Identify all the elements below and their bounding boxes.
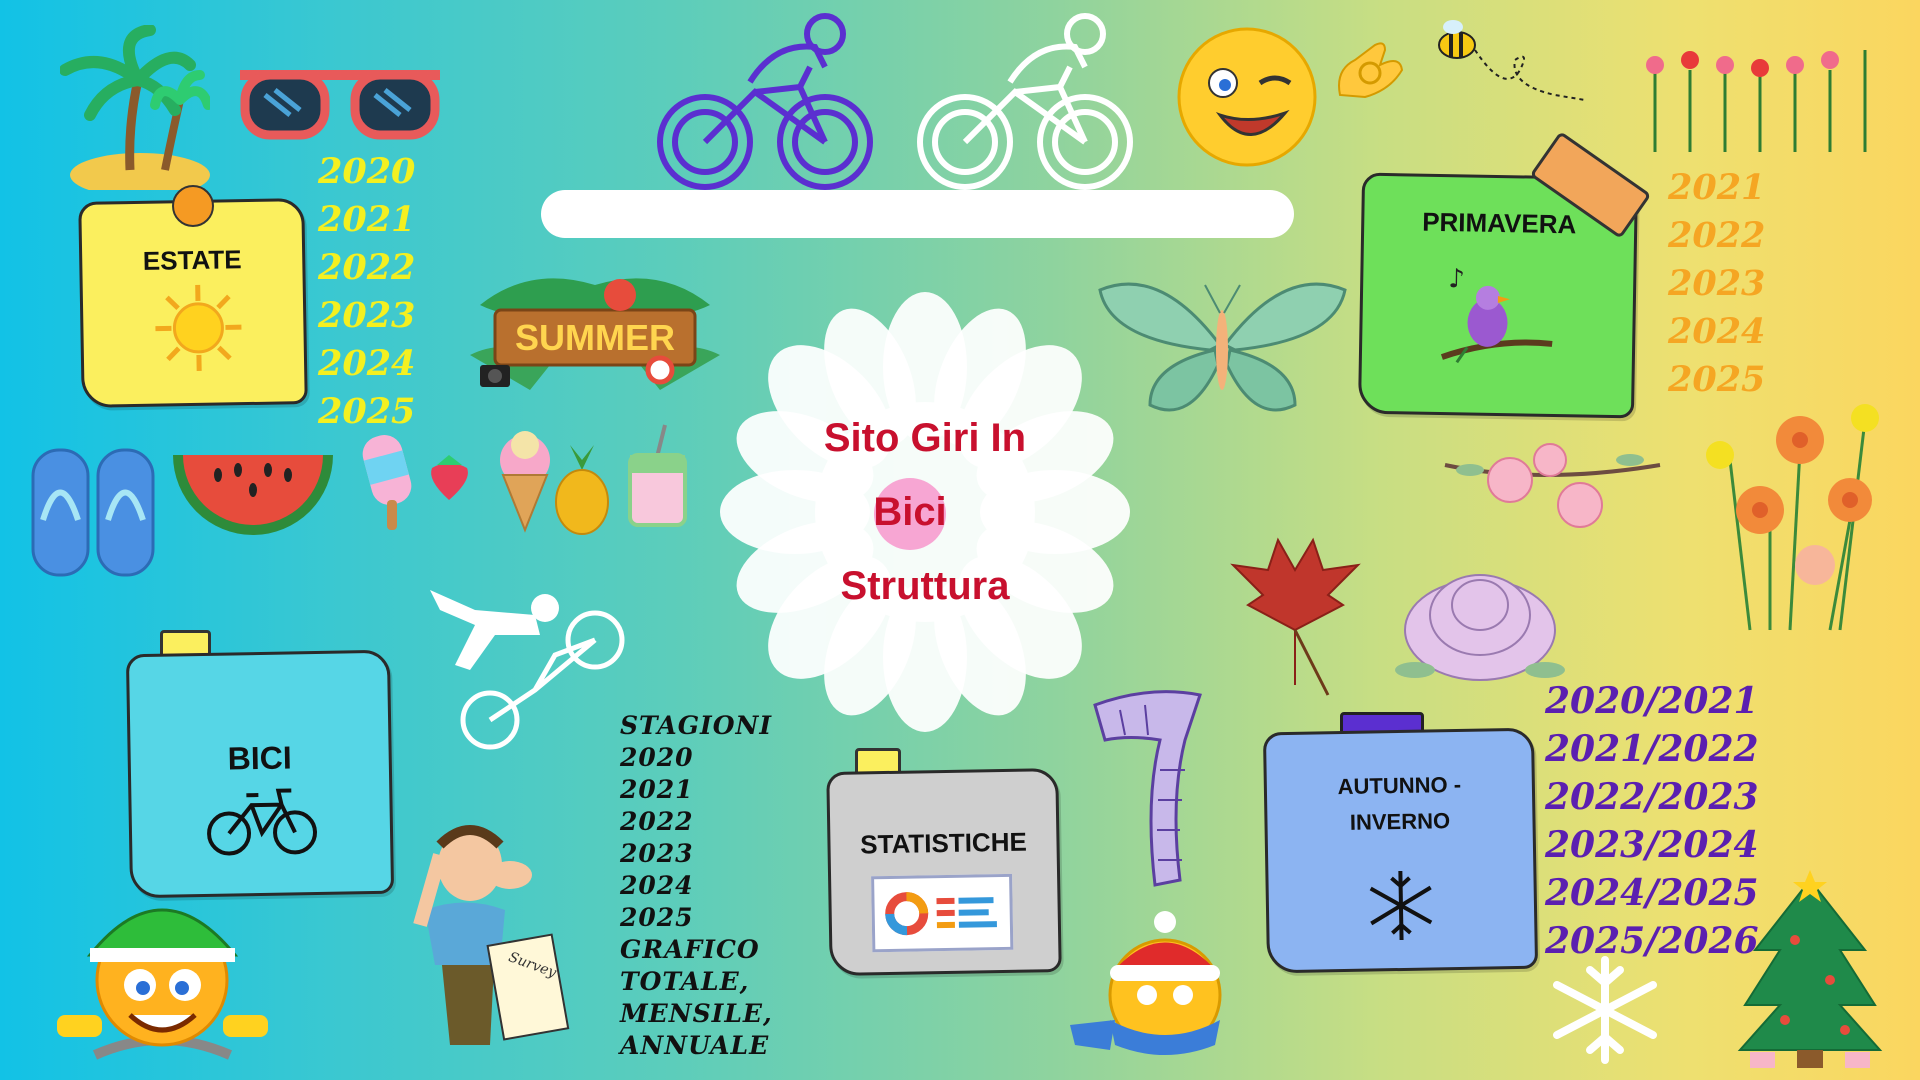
maple-leaf-icon bbox=[1228, 535, 1363, 700]
stats-list-item: GRAFICO bbox=[620, 935, 760, 964]
stats-list-item: 2023 bbox=[620, 839, 694, 868]
stats-list-item: TOTALE, bbox=[620, 967, 750, 996]
cyclist-purple-icon bbox=[655, 12, 875, 192]
estate-year: 2021 bbox=[318, 199, 416, 240]
bici-note[interactable]: BICI bbox=[125, 649, 395, 899]
primavera-years: 2021 2022 2023 2024 2025 bbox=[1668, 164, 1765, 404]
popsicle-icon bbox=[352, 430, 422, 535]
cyclist-white-icon bbox=[915, 12, 1135, 192]
stats-list-item: 2022 bbox=[620, 807, 694, 836]
stats-list-item: 2021 bbox=[620, 775, 694, 804]
ice-cream-icon bbox=[495, 430, 555, 535]
snowflake-icon bbox=[1545, 955, 1665, 1065]
stats-list-item: ANNUALE bbox=[620, 1031, 770, 1060]
bicycle-icon bbox=[206, 782, 318, 859]
stats-list-item: 2024 bbox=[620, 871, 694, 900]
stats-list-item: 2020 bbox=[620, 743, 694, 772]
center-title-line1: Sito Giri In bbox=[823, 416, 1027, 460]
santa-emoji-icon bbox=[1065, 910, 1250, 1060]
primavera-year: 2022 bbox=[1668, 215, 1766, 256]
stats-list-item: STAGIONI bbox=[620, 711, 773, 740]
bici-title: BICI bbox=[227, 739, 293, 777]
statistiche-note[interactable]: STATISTICHE bbox=[826, 767, 1062, 977]
snowflake-icon bbox=[1363, 867, 1439, 943]
bird-icon: ♪ bbox=[1437, 262, 1559, 374]
helmet-emoji-icon bbox=[55, 880, 270, 1065]
peony-icon bbox=[1395, 560, 1570, 695]
estate-note[interactable]: ESTATE bbox=[78, 198, 308, 408]
estate-title: ESTATE bbox=[142, 244, 242, 276]
estate-year: 2020 bbox=[318, 151, 416, 192]
ok-hand-icon bbox=[1330, 35, 1410, 105]
estate-year: 2022 bbox=[318, 247, 416, 288]
pin-icon bbox=[172, 185, 214, 227]
flip-flops-icon bbox=[28, 445, 158, 580]
palm-tree-icon bbox=[59, 24, 213, 197]
autunno-title-line1: AUTUNNO - bbox=[1337, 771, 1462, 800]
stats-list-item: MENSILE, bbox=[620, 999, 773, 1028]
autunno-inverno-note[interactable]: AUTUNNO - INVERNO bbox=[1262, 727, 1539, 974]
search-bar[interactable] bbox=[541, 190, 1294, 238]
stats-list: STAGIONI 2020 2021 2022 2023 2024 2025 G… bbox=[620, 710, 773, 1062]
strawberry-icon bbox=[422, 450, 477, 505]
autunno-year: 2023/2024 bbox=[1545, 824, 1759, 866]
tulips-icon bbox=[1640, 40, 1880, 155]
christmas-tree-icon bbox=[1735, 870, 1885, 1070]
autunno-year: 2022/2023 bbox=[1545, 776, 1759, 818]
bmx-rider-icon bbox=[415, 580, 640, 750]
chart-icon bbox=[871, 873, 1014, 953]
autunno-years: 2020/2021 2021/2022 2022/2023 2023/2024 … bbox=[1545, 677, 1759, 965]
primavera-year: 2021 bbox=[1668, 167, 1766, 208]
sunglasses-icon bbox=[235, 65, 445, 150]
cherry-blossom-icon bbox=[1440, 435, 1670, 545]
svg-text:♪: ♪ bbox=[1448, 264, 1465, 294]
winking-emoji-icon bbox=[1175, 25, 1320, 170]
stats-list-item: 2025 bbox=[620, 903, 694, 932]
primavera-year: 2024 bbox=[1668, 311, 1766, 352]
estate-year: 2023 bbox=[318, 295, 416, 336]
thinking-man-icon: Survey bbox=[395, 815, 595, 1055]
watermelon-icon bbox=[168, 450, 338, 540]
center-title-line2[interactable]: Bici bbox=[690, 490, 1130, 535]
autunno-year: 2024/2025 bbox=[1545, 872, 1759, 914]
summer-sign: SUMMER bbox=[470, 265, 720, 395]
primavera-year: 2025 bbox=[1668, 359, 1766, 400]
summer-label: SUMMER bbox=[515, 317, 675, 358]
estate-year: 2024 bbox=[318, 343, 416, 384]
bee-icon bbox=[1435, 15, 1595, 115]
daffodils-icon bbox=[1690, 400, 1900, 640]
primavera-year: 2023 bbox=[1668, 263, 1766, 304]
drink-icon bbox=[625, 420, 690, 530]
statistiche-title: STATISTICHE bbox=[859, 826, 1028, 860]
estate-year: 2025 bbox=[318, 391, 416, 432]
pineapple-icon bbox=[550, 440, 615, 535]
autunno-title-line2: INVERNO bbox=[1349, 808, 1451, 835]
scarf-icon bbox=[1090, 680, 1210, 890]
center-title-line3: Struttura bbox=[840, 564, 1010, 608]
autunno-year: 2020/2021 bbox=[1545, 680, 1759, 722]
sun-icon bbox=[153, 282, 245, 374]
estate-years: 2020 2021 2022 2023 2024 2025 bbox=[318, 148, 415, 436]
daisy-center: Sito Giri In Bici Struttura bbox=[720, 292, 1130, 732]
autunno-year: 2021/2022 bbox=[1545, 728, 1759, 770]
